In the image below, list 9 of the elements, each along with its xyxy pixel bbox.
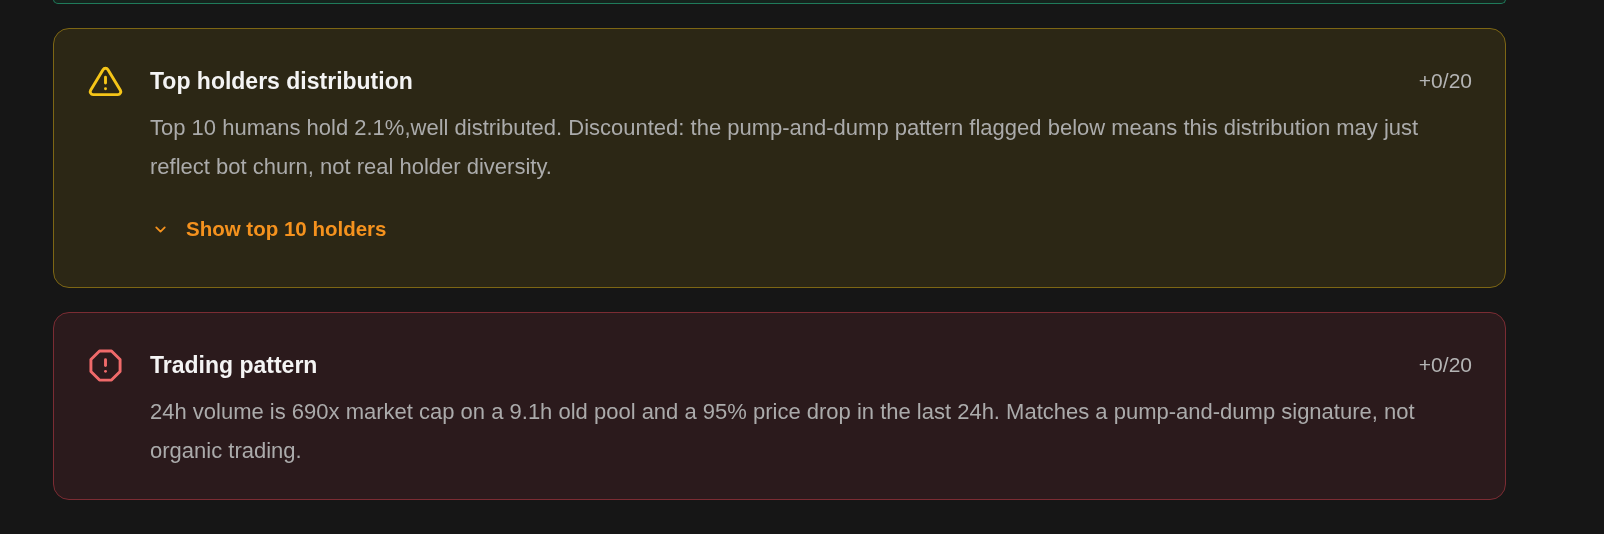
check-title: Top holders distribution — [150, 67, 413, 96]
score: +0/20 — [1418, 352, 1472, 378]
check-title: Trading pattern — [150, 351, 318, 380]
alert-octagon-icon — [88, 348, 123, 383]
warning-icon — [88, 64, 123, 99]
show-holders-toggle[interactable]: Show top 10 holders — [148, 207, 391, 251]
check-description: 24h volume is 690x market cap on a 9.1h old pool and a 95% price drop in the last 24h. Matches a pump-and-dump signature, not organic trading. — [150, 398, 1416, 465]
score: +0/20 — [1418, 68, 1472, 94]
check-description: Top 10 humans hold 2.1%,well distributed. Discounted: the pump-and-dump pattern flagged below means this distribution may just reflect bot churn, not real holder diversity. — [150, 114, 1420, 181]
